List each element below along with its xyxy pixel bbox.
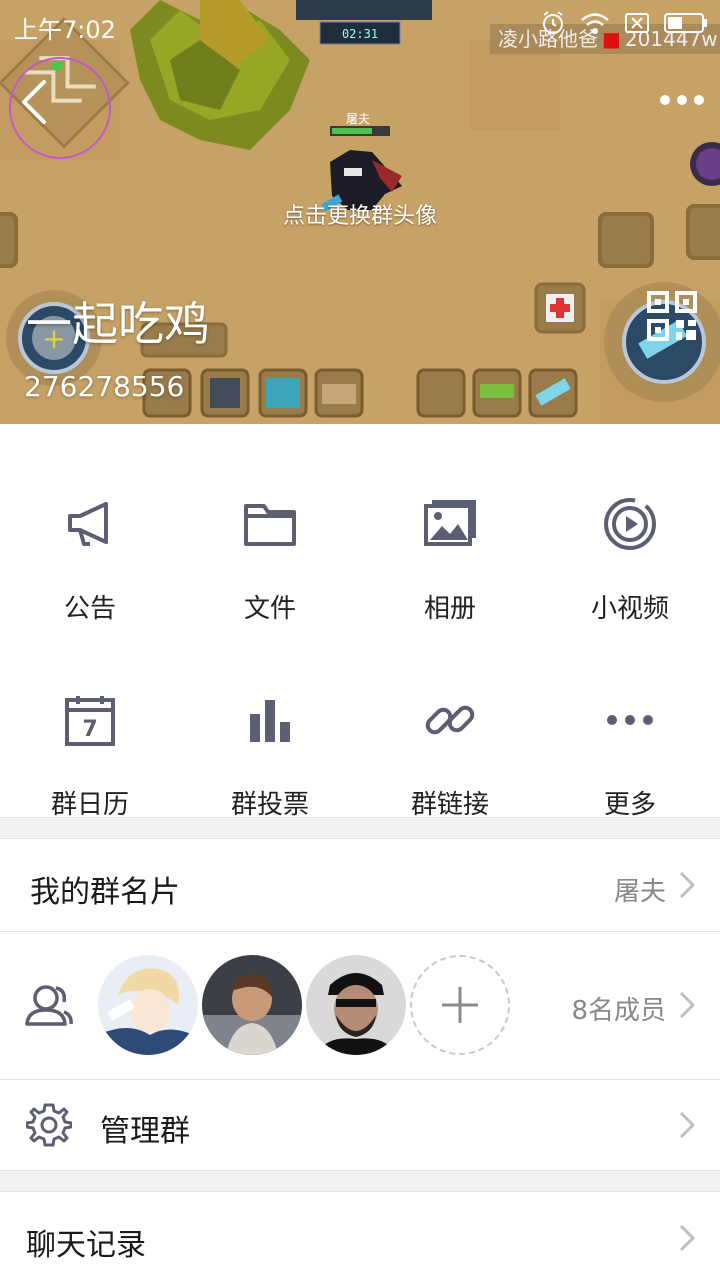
chevron-right-icon xyxy=(679,1224,696,1252)
wifi-icon xyxy=(581,13,609,34)
manage-group-row[interactable]: 管理群 xyxy=(0,1080,720,1170)
bar-chart-icon xyxy=(250,700,290,742)
video-icon xyxy=(604,498,656,550)
member-count: 8名成员 xyxy=(571,996,666,1026)
group-vote-button[interactable]: 群投票 xyxy=(180,646,360,826)
feature-label: 文件 xyxy=(243,594,296,624)
announcement-button[interactable]: 公告 xyxy=(0,450,180,630)
files-button[interactable]: 文件 xyxy=(180,450,360,630)
group-id: 276278556 xyxy=(24,370,185,403)
album-button[interactable]: 相册 xyxy=(360,450,540,630)
status-time: 上午7:02 xyxy=(14,16,116,44)
feature-label: 相册 xyxy=(423,594,476,624)
chevron-right-icon xyxy=(679,871,696,899)
chat-history-title: 聊天记录 xyxy=(26,1228,146,1263)
change-avatar-button[interactable]: 点击更换群头像 xyxy=(0,198,720,230)
add-member-button[interactable] xyxy=(410,955,510,1055)
group-calendar-button[interactable]: 7 群日历 xyxy=(0,646,180,826)
alarm-icon xyxy=(543,11,563,34)
my-group-card-title: 我的群名片 xyxy=(30,875,180,910)
more-features-button[interactable]: 更多 xyxy=(540,646,720,826)
status-icons xyxy=(540,10,708,36)
short-video-button[interactable]: 小视频 xyxy=(540,450,720,630)
member-avatar-image xyxy=(98,955,198,1055)
dot-icon xyxy=(677,95,687,105)
feature-grid: 公告 文件 相册 小视频 7 群日历 群投票 群链接 更多 xyxy=(0,424,720,820)
gear-icon xyxy=(26,1103,72,1147)
group-link-button[interactable]: 群链接 xyxy=(360,646,540,826)
group-name: 一起吃鸡 xyxy=(26,297,210,351)
group-header[interactable]: 02:31 + 上午7:02 凌小路他爸 ■ 201447w 屠夫 点击更换群头… xyxy=(0,0,720,424)
folder-icon xyxy=(244,504,296,546)
members-row[interactable]: 8名成员 xyxy=(0,932,720,1079)
section-separator xyxy=(0,817,720,839)
feature-label: 更多 xyxy=(603,790,656,820)
members-icon xyxy=(25,985,73,1026)
feature-label: 公告 xyxy=(63,594,116,624)
member-avatar-image xyxy=(306,955,406,1055)
qr-code-button[interactable] xyxy=(646,290,698,342)
chevron-right-icon xyxy=(679,991,696,1019)
dot-icon xyxy=(660,95,670,105)
chat-history-row[interactable]: 聊天记录 xyxy=(0,1192,720,1280)
feature-label: 群日历 xyxy=(50,790,129,820)
section-separator xyxy=(0,1170,720,1192)
feature-label: 群投票 xyxy=(230,790,309,820)
dot-icon xyxy=(694,95,704,105)
calendar-icon: 7 xyxy=(65,696,115,746)
manage-group-title: 管理群 xyxy=(100,1114,190,1149)
feature-label: 群链接 xyxy=(410,790,489,820)
status-bar: 上午7:02 凌小路他爸 ■ 201447w xyxy=(0,0,720,54)
member-avatar[interactable] xyxy=(98,955,198,1055)
album-icon xyxy=(424,500,476,546)
member-avatar[interactable] xyxy=(202,955,302,1055)
plus-icon xyxy=(442,987,478,1023)
back-button[interactable] xyxy=(10,72,60,132)
more-options-button[interactable] xyxy=(654,88,704,112)
chevron-right-icon xyxy=(679,1111,696,1139)
member-avatar-image xyxy=(202,955,302,1055)
megaphone-icon xyxy=(68,502,108,546)
player-name: 屠夫 xyxy=(346,112,371,126)
sim-off-icon xyxy=(625,13,649,33)
feature-label: 小视频 xyxy=(590,594,669,624)
my-group-card-row[interactable]: 我的群名片 屠夫 xyxy=(0,839,720,931)
calendar-day: 7 xyxy=(82,717,97,742)
my-group-card-value: 屠夫 xyxy=(613,877,666,907)
member-avatar[interactable] xyxy=(306,955,406,1055)
more-icon xyxy=(607,715,653,725)
battery-icon xyxy=(664,13,707,33)
link-icon xyxy=(425,705,475,735)
